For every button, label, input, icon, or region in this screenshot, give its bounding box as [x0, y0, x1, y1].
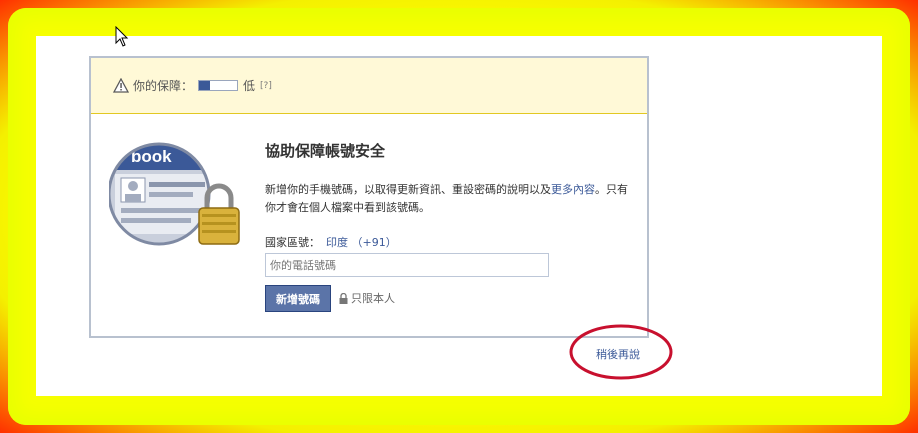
lock-icon: [339, 292, 348, 304]
warning-icon: [113, 78, 129, 93]
red-circle-annotation: [569, 324, 673, 380]
phone-number-input[interactable]: [265, 253, 549, 277]
phone-lock-illustration: book: [109, 142, 240, 246]
help-link[interactable]: [?]: [260, 81, 272, 91]
security-level-text: 低: [243, 79, 256, 93]
add-number-button[interactable]: 新增號碼: [265, 285, 331, 312]
country-code-row: 國家區號： 印度 （+91）: [265, 234, 397, 250]
security-dialog: 你的保障： 低 [?] book 協助保障帳號安全 新增你的手機號碼，以取得更新…: [89, 56, 649, 338]
security-level-label: 你的保障：: [133, 79, 194, 93]
security-meter: [198, 80, 239, 91]
privacy-text: 只限本人: [351, 292, 395, 305]
country-code-label: 國家區號：: [265, 236, 320, 249]
security-level-bar: 你的保障： 低 [?]: [91, 58, 647, 114]
country-code-selector[interactable]: 印度 （+91）: [326, 236, 397, 249]
dialog-title: 協助保障帳號安全: [265, 142, 386, 160]
more-info-link[interactable]: 更多內容: [551, 183, 595, 196]
description-text: 新增你的手機號碼，以取得更新資訊、重設密碼的說明以及: [265, 183, 551, 196]
privacy-selector[interactable]: 只限本人: [339, 290, 395, 306]
mouse-cursor-icon: [115, 26, 129, 47]
dialog-description: 新增你的手機號碼，以取得更新資訊、重設密碼的說明以及更多內容。只有你才會在個人檔…: [265, 181, 637, 217]
